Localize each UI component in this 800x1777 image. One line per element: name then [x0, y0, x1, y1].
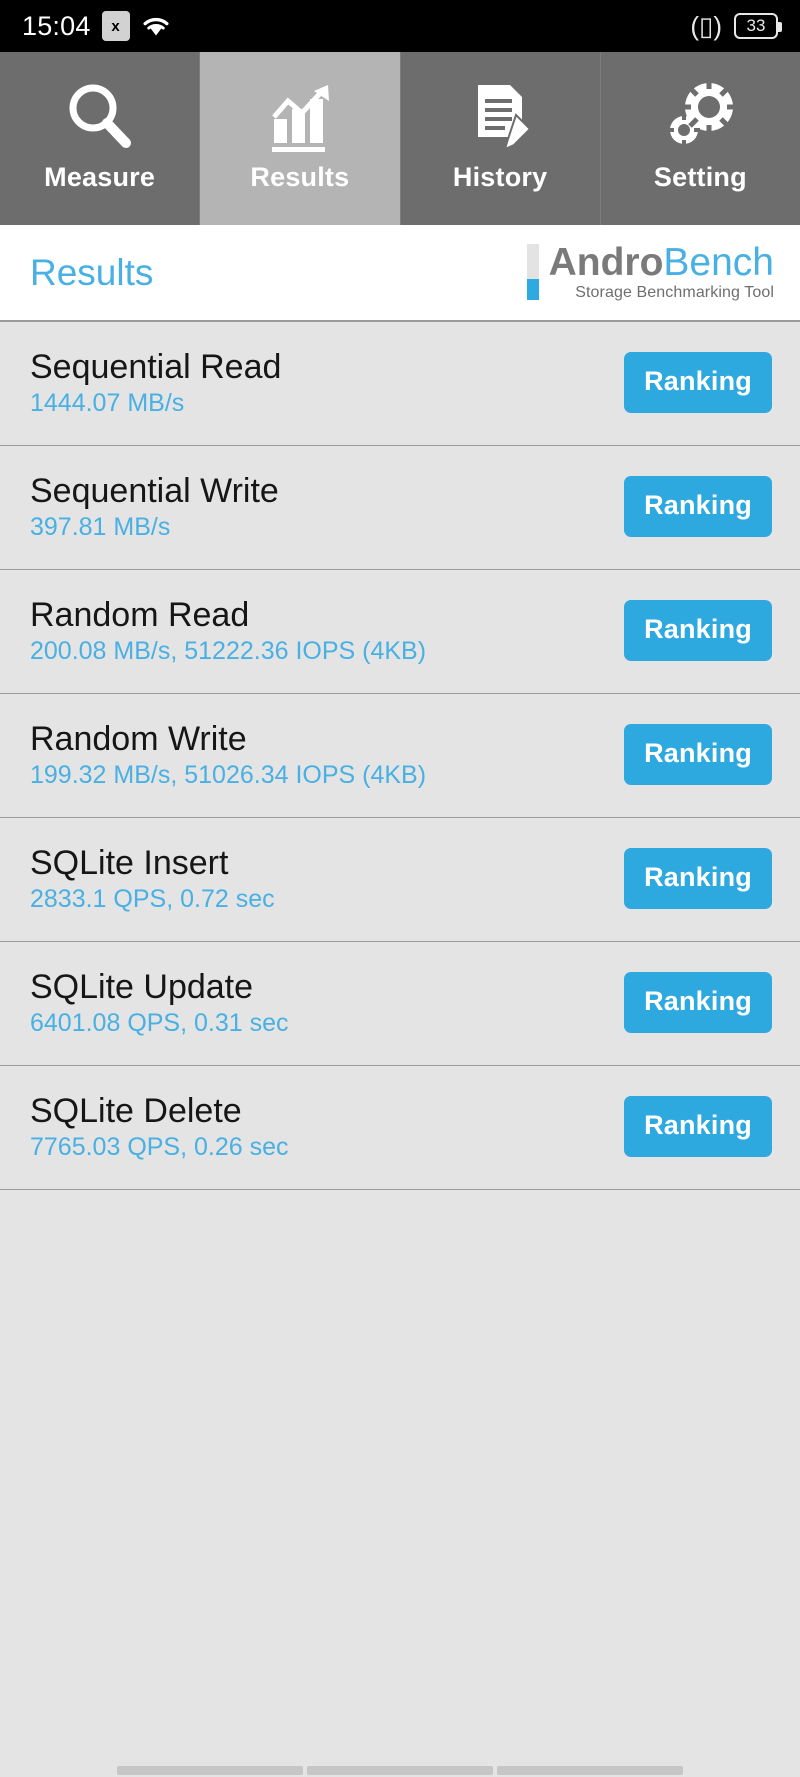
- gears-icon: [660, 74, 740, 160]
- system-navigation-bar: [0, 1759, 800, 1777]
- battery-indicator: 33: [734, 13, 782, 39]
- result-name: Random Read: [30, 595, 250, 634]
- result-text: Sequential Write 397.81 MB/s: [30, 472, 279, 542]
- tab-measure-label: Measure: [44, 162, 156, 192]
- result-name: Sequential Read: [30, 347, 282, 386]
- tab-history[interactable]: History: [400, 52, 601, 225]
- tab-setting-label: Setting: [653, 162, 747, 192]
- result-value: 2833.1 QPS, 0.72 sec: [30, 884, 275, 913]
- tab-history-label: History: [452, 162, 548, 192]
- result-name: SQLite Insert: [30, 843, 229, 882]
- result-text: Random Read 200.08 MB/s, 51222.36 IOPS (…: [30, 596, 426, 666]
- result-text: Sequential Read 1444.07 MB/s: [30, 348, 281, 418]
- tab-results-label: Results: [250, 162, 350, 192]
- result-name: SQLite Update: [30, 967, 254, 1006]
- wifi-icon: [141, 13, 171, 39]
- page-title: Results: [30, 251, 154, 293]
- tab-bar: Measure Results History Setting: [0, 52, 800, 225]
- results-list: Sequential Read 1444.07 MB/s Ranking Seq…: [0, 322, 800, 1190]
- result-value: 199.32 MB/s, 51026.34 IOPS (4KB): [30, 760, 427, 789]
- app-screen: 15:04 x (▯) 33 Measure Results History S…: [0, 0, 800, 1777]
- result-value: 200.08 MB/s, 51222.36 IOPS (4KB): [30, 636, 427, 665]
- table-row[interactable]: Sequential Read 1444.07 MB/s Ranking: [0, 322, 800, 446]
- nav-recents-segment[interactable]: [497, 1766, 683, 1775]
- nav-back-segment[interactable]: [117, 1766, 303, 1775]
- tab-setting[interactable]: Setting: [600, 52, 800, 225]
- ranking-button[interactable]: Ranking: [624, 476, 772, 537]
- ranking-button[interactable]: Ranking: [624, 352, 772, 413]
- status-clock: 15:04: [22, 10, 91, 41]
- table-row[interactable]: SQLite Update 6401.08 QPS, 0.31 sec Rank…: [0, 942, 800, 1066]
- content-area: Sequential Read 1444.07 MB/s Ranking Seq…: [0, 322, 800, 1777]
- result-text: SQLite Delete 7765.03 QPS, 0.26 sec: [30, 1092, 289, 1162]
- result-name: SQLite Delete: [30, 1091, 242, 1130]
- status-bar-right: (▯) 33: [690, 11, 782, 41]
- bar-chart-icon: [260, 74, 340, 160]
- result-value: 1444.07 MB/s: [30, 388, 185, 417]
- result-text: SQLite Update 6401.08 QPS, 0.31 sec: [30, 968, 289, 1038]
- empty-list-area: [0, 1190, 800, 1777]
- logo-bar-icon: [526, 244, 539, 301]
- magnifier-icon: [60, 74, 140, 160]
- logo-wordmark: AndroBench: [549, 243, 774, 283]
- ranking-button[interactable]: Ranking: [624, 1096, 772, 1157]
- sim-card-icon: x: [101, 11, 130, 41]
- table-row[interactable]: Random Read 200.08 MB/s, 51222.36 IOPS (…: [0, 570, 800, 694]
- result-text: SQLite Insert 2833.1 QPS, 0.72 sec: [30, 844, 275, 914]
- tab-measure[interactable]: Measure: [0, 52, 201, 225]
- page-header: Results AndroBench Storage Benchmarking …: [0, 225, 800, 322]
- ranking-button[interactable]: Ranking: [624, 848, 772, 909]
- ranking-button[interactable]: Ranking: [624, 600, 772, 661]
- androbench-logo: AndroBench Storage Benchmarking Tool: [526, 243, 774, 302]
- result-value: 397.81 MB/s: [30, 512, 171, 541]
- logo-text: AndroBench Storage Benchmarking Tool: [549, 243, 774, 302]
- nav-home-segment[interactable]: [307, 1766, 493, 1775]
- table-row[interactable]: Random Write 199.32 MB/s, 51026.34 IOPS …: [0, 694, 800, 818]
- result-text: Random Write 199.32 MB/s, 51026.34 IOPS …: [30, 720, 426, 790]
- status-bar-left: 15:04 x: [22, 11, 171, 42]
- result-value: 7765.03 QPS, 0.26 sec: [30, 1132, 289, 1161]
- result-value: 6401.08 QPS, 0.31 sec: [30, 1008, 289, 1037]
- logo-andro: Andro: [548, 241, 664, 285]
- ranking-button[interactable]: Ranking: [624, 724, 772, 785]
- document-pen-icon: [460, 74, 540, 160]
- vibrate-icon: (▯): [690, 11, 722, 41]
- table-row[interactable]: SQLite Insert 2833.1 QPS, 0.72 sec Ranki…: [0, 818, 800, 942]
- result-name: Sequential Write: [30, 471, 279, 510]
- table-row[interactable]: SQLite Delete 7765.03 QPS, 0.26 sec Rank…: [0, 1066, 800, 1190]
- table-row[interactable]: Sequential Write 397.81 MB/s Ranking: [0, 446, 800, 570]
- ranking-button[interactable]: Ranking: [624, 972, 772, 1033]
- logo-bench: Bench: [663, 241, 774, 285]
- status-bar: 15:04 x (▯) 33: [0, 0, 800, 52]
- tab-results[interactable]: Results: [200, 52, 401, 225]
- result-name: Random Write: [30, 719, 247, 758]
- logo-tagline: Storage Benchmarking Tool: [575, 283, 774, 301]
